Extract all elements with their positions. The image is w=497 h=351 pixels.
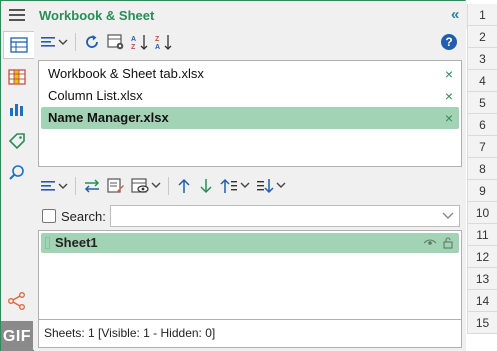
view-icon xyxy=(131,178,161,193)
workbook-item[interactable]: Column List.xlsx × xyxy=(41,85,459,107)
row-header[interactable]: 10 xyxy=(467,202,497,224)
workbook-sheet-pane: Workbook & Sheet « GIF A Z Z A ? Workboo… xyxy=(0,0,467,351)
sort-icon xyxy=(220,178,250,193)
toggle-button[interactable] xyxy=(81,175,103,197)
gif-badge[interactable]: GIF xyxy=(1,321,33,351)
sort-descending-button[interactable]: Z A xyxy=(153,31,175,53)
toolbar-separator xyxy=(75,33,76,51)
status-bar: Sheets: 1 [Visible: 1 - Hidden: 0] xyxy=(38,320,462,348)
row-header[interactable]: 1 xyxy=(467,4,497,26)
workbook-item[interactable]: Workbook & Sheet tab.xlsx × xyxy=(41,63,459,85)
search-input[interactable] xyxy=(110,205,460,227)
left-navigation: GIF xyxy=(1,29,34,351)
workbook-name: Name Manager.xlsx xyxy=(48,110,169,125)
nav-column-list[interactable] xyxy=(3,63,31,91)
sort-descending-icon: Z A xyxy=(155,35,172,51)
nav-find[interactable] xyxy=(3,159,31,187)
sheet-item[interactable]: Sheet1 xyxy=(41,233,459,253)
column-list-icon xyxy=(8,69,26,85)
refresh-button[interactable] xyxy=(81,31,103,53)
row-header[interactable]: 4 xyxy=(467,70,497,92)
row-header[interactable]: 6 xyxy=(467,114,497,136)
lock-icon[interactable] xyxy=(442,236,454,249)
settings-button[interactable] xyxy=(105,31,127,53)
toolbar-separator xyxy=(168,177,169,195)
move-down-icon xyxy=(200,179,212,194)
collapse-pane-icon[interactable]: « xyxy=(451,6,460,23)
close-workbook-icon[interactable]: × xyxy=(445,85,453,107)
help-button[interactable]: ? xyxy=(441,34,457,50)
row-header[interactable]: 12 xyxy=(467,246,497,268)
sheet-toolbar xyxy=(38,174,288,198)
nav-charts[interactable] xyxy=(3,95,31,123)
workbook-list: Workbook & Sheet tab.xlsx × Column List.… xyxy=(38,60,462,167)
svg-text:A: A xyxy=(155,44,160,51)
sort-button[interactable] xyxy=(218,175,252,197)
workbook-name: Column List.xlsx xyxy=(48,88,143,103)
row-header[interactable]: 14 xyxy=(467,290,497,312)
workbook-item-selected[interactable]: Name Manager.xlsx × xyxy=(41,107,459,129)
search-checkbox[interactable] xyxy=(42,209,56,223)
toolbar-separator xyxy=(75,177,76,195)
svg-text:Z: Z xyxy=(155,36,160,43)
chevron-down-icon[interactable] xyxy=(442,211,454,221)
settings-icon xyxy=(107,34,124,50)
sort-order-icon xyxy=(257,179,286,194)
row-header[interactable]: 11 xyxy=(467,224,497,246)
move-up-icon xyxy=(178,178,190,193)
chart-icon xyxy=(10,104,23,116)
row-header[interactable]: 15 xyxy=(467,312,497,334)
toggle-icon xyxy=(84,179,100,193)
svg-text:A: A xyxy=(131,36,136,43)
list-options-icon xyxy=(41,181,68,191)
share-icon xyxy=(8,292,25,310)
list-options-icon xyxy=(41,37,68,47)
move-up-button[interactable] xyxy=(174,175,194,197)
workbook-sheet-icon xyxy=(10,37,28,53)
move-down-button[interactable] xyxy=(196,175,216,197)
menu-icon[interactable] xyxy=(9,9,25,21)
row-header[interactable]: 8 xyxy=(467,158,497,180)
sort-ascending-icon: A Z xyxy=(131,35,148,51)
pane-title-bar: Workbook & Sheet « xyxy=(1,1,467,29)
row-header[interactable]: 2 xyxy=(467,26,497,48)
row-header[interactable]: 7 xyxy=(467,136,497,158)
nav-workbook-sheet[interactable] xyxy=(3,31,34,59)
find-icon xyxy=(9,165,24,180)
sheet-list: Sheet1 xyxy=(38,230,462,320)
main-area: A Z Z A ? Workbook & Sheet tab.xlsx × Co… xyxy=(34,29,466,351)
view-options-button[interactable] xyxy=(129,175,163,197)
row-header[interactable]: 13 xyxy=(467,268,497,290)
edit-icon xyxy=(107,178,124,193)
visible-eye-icon[interactable] xyxy=(423,236,437,248)
row-headers: 1 2 3 4 5 6 7 8 9 10 11 12 13 14 15 xyxy=(467,0,497,351)
sort-order-button[interactable] xyxy=(254,175,288,197)
row-header[interactable]: 3 xyxy=(467,48,497,70)
list-options-button[interactable] xyxy=(38,31,70,53)
workbook-toolbar: A Z Z A xyxy=(38,30,175,54)
close-workbook-icon[interactable]: × xyxy=(445,107,453,129)
search-label: Search: xyxy=(61,208,106,224)
tag-icon xyxy=(8,133,25,150)
row-header[interactable]: 9 xyxy=(467,180,497,202)
nav-share[interactable] xyxy=(3,287,31,315)
sheet-tab-icon xyxy=(45,237,50,249)
close-workbook-icon[interactable]: × xyxy=(445,63,453,85)
edit-button[interactable] xyxy=(105,175,127,197)
nav-tags[interactable] xyxy=(3,127,31,155)
refresh-icon xyxy=(86,35,98,48)
sheet-name: Sheet1 xyxy=(55,235,98,250)
sort-ascending-button[interactable]: A Z xyxy=(129,31,151,53)
workbook-name: Workbook & Sheet tab.xlsx xyxy=(48,66,204,81)
pane-title: Workbook & Sheet xyxy=(39,8,155,23)
row-header[interactable]: 5 xyxy=(467,92,497,114)
sheet-list-options-button[interactable] xyxy=(38,175,70,197)
svg-text:Z: Z xyxy=(131,44,136,51)
search-row: Search: xyxy=(38,205,462,227)
